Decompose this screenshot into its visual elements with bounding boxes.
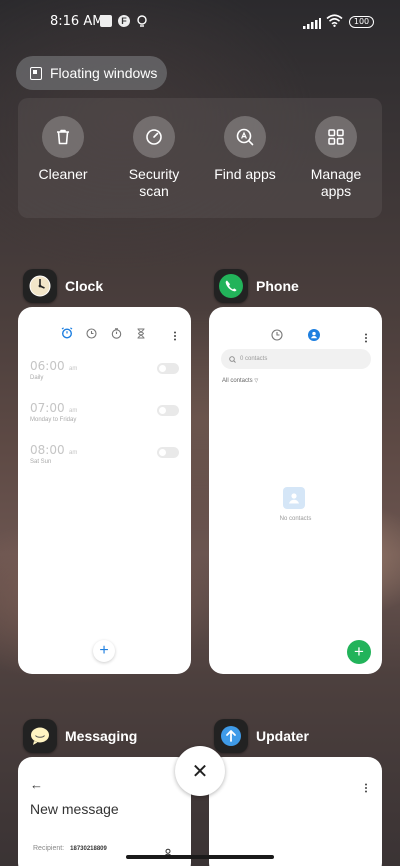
more-options-icon[interactable]	[364, 330, 368, 348]
clock-app-name: Clock	[65, 278, 104, 294]
recents-tab-icon[interactable]	[271, 328, 283, 346]
alarm-time: 06:00	[30, 359, 65, 373]
alarm-ampm: am	[69, 366, 78, 372]
find-apps-label: Find apps	[214, 166, 276, 182]
home-indicator[interactable]	[126, 855, 274, 859]
floating-window-icon	[30, 66, 42, 80]
notification-square-icon	[100, 15, 112, 27]
alarm-toggle[interactable]	[157, 447, 179, 458]
back-arrow-icon[interactable]: ←	[30, 777, 43, 792]
recipient-field[interactable]: Recipient: 18730218809	[33, 845, 107, 852]
messaging-app-header[interactable]: Messaging	[23, 719, 137, 753]
battery-icon: 100	[349, 16, 374, 28]
chevron-down-icon: ▽	[254, 378, 259, 384]
contacts-filter[interactable]: All contacts ▽	[222, 378, 258, 384]
signal-icon	[303, 16, 321, 34]
recipient-label: Recipient:	[33, 845, 65, 852]
contacts-tab-icon[interactable]	[308, 328, 320, 346]
updater-app-card[interactable]	[209, 757, 382, 866]
find-apps-button[interactable]: Find apps	[200, 116, 290, 183]
phone-app-icon	[214, 269, 248, 303]
alarm-item[interactable]: 06:00 am Daily	[30, 357, 77, 381]
gauge-icon	[133, 116, 175, 158]
new-message-title: New message	[30, 801, 119, 817]
phone-app-header[interactable]: Phone	[214, 269, 299, 303]
phone-app-card[interactable]: 0 contacts All contacts ▽ No contacts +	[209, 307, 382, 674]
recipient-value: 18730218809	[70, 845, 107, 852]
alarm-toggle[interactable]	[157, 405, 179, 416]
close-icon: ✕	[191, 759, 209, 783]
clock-app-header[interactable]: Clock	[23, 269, 103, 303]
messaging-app-card[interactable]: ← New message Recipient: 18730218809	[18, 757, 191, 866]
security-scan-label: Security scan	[128, 166, 180, 199]
alarm-item[interactable]: 08:00 am Sat Sun	[30, 441, 77, 465]
status-bar: 8:16 AM F 100	[0, 0, 400, 44]
phone-app-name: Phone	[256, 278, 299, 294]
manage-apps-button[interactable]: Manage apps	[291, 116, 381, 200]
more-options-icon[interactable]	[173, 328, 177, 346]
alarm-repeat: Sat Sun	[30, 459, 52, 465]
stopwatch-tab-icon[interactable]	[111, 326, 122, 344]
more-options-icon[interactable]	[364, 780, 368, 798]
search-icon	[229, 355, 236, 363]
alarm-tab-icon[interactable]	[61, 326, 73, 344]
wifi-icon	[326, 14, 343, 32]
cleaner-label: Cleaner	[38, 166, 88, 182]
empty-contacts-icon	[283, 487, 305, 509]
search-placeholder: 0 contacts	[240, 356, 268, 362]
contacts-filter-label: All contacts	[222, 378, 253, 384]
world-clock-tab-icon[interactable]	[86, 326, 97, 344]
security-scan-button[interactable]: Security scan	[109, 116, 199, 200]
trash-icon	[42, 116, 84, 158]
clock-app-icon	[23, 269, 57, 303]
empty-contacts-label: No contacts	[279, 516, 312, 522]
floating-windows-button[interactable]: Floating windows	[16, 56, 167, 90]
search-apps-icon	[224, 116, 266, 158]
status-time: 8:16 AM	[50, 14, 104, 29]
notification-f-icon: F	[118, 15, 130, 27]
alarm-time: 08:00	[30, 443, 65, 457]
clock-app-card[interactable]: 06:00 am Daily 07:00 am Monday to Friday…	[18, 307, 191, 674]
updater-app-header[interactable]: Updater	[214, 719, 309, 753]
messaging-app-icon	[23, 719, 57, 753]
clear-all-button[interactable]: ✕	[175, 746, 225, 796]
add-alarm-button[interactable]: +	[93, 640, 115, 662]
contact-search-input[interactable]: 0 contacts	[221, 349, 371, 369]
add-contact-button[interactable]: +	[347, 640, 371, 664]
cleaner-button[interactable]: Cleaner	[18, 116, 108, 183]
alarm-ampm: am	[69, 450, 78, 456]
alarm-repeat: Monday to Friday	[30, 417, 77, 423]
alarm-time: 07:00	[30, 401, 65, 415]
alarm-toggle[interactable]	[157, 363, 179, 374]
timer-tab-icon[interactable]	[136, 326, 146, 344]
manage-apps-label: Manage apps	[310, 166, 362, 199]
floating-windows-label: Floating windows	[50, 65, 158, 81]
alarm-item[interactable]: 07:00 am Monday to Friday	[30, 399, 77, 423]
contact-picker-icon[interactable]	[163, 845, 173, 863]
updater-app-name: Updater	[256, 728, 309, 744]
updater-app-icon	[214, 719, 248, 753]
alarm-ampm: am	[69, 408, 78, 414]
messaging-app-name: Messaging	[65, 728, 138, 744]
grid-icon	[315, 116, 357, 158]
alarm-repeat: Daily	[30, 375, 44, 381]
bulb-icon	[136, 15, 148, 27]
